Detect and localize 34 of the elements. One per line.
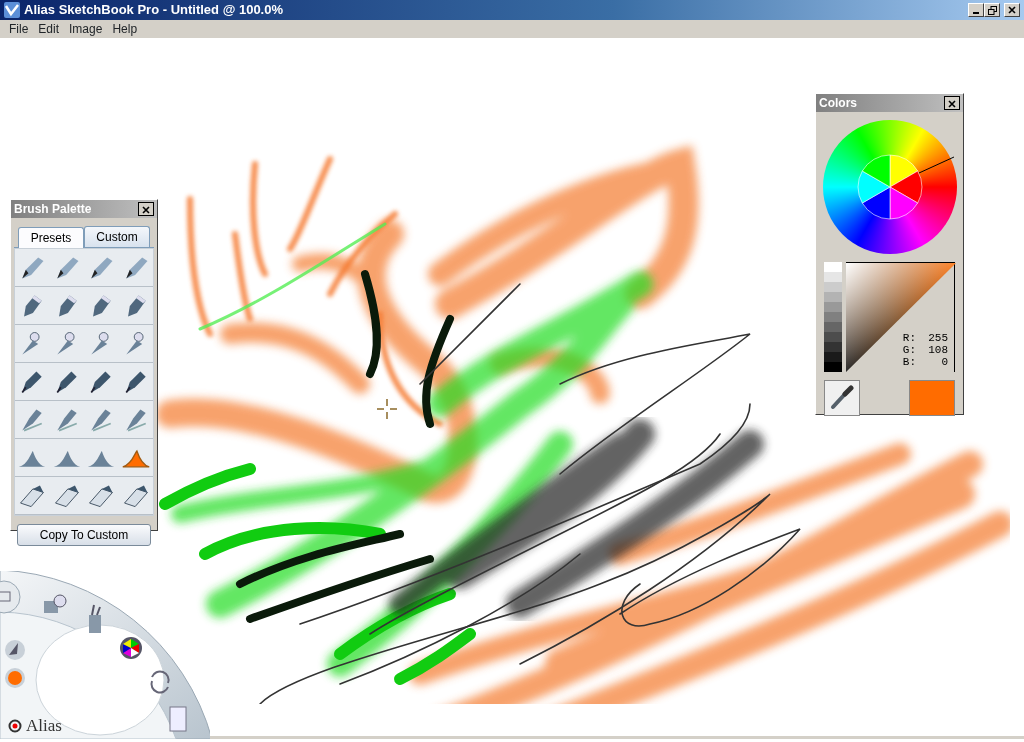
restore-icon <box>987 5 997 15</box>
menu-item[interactable]: Help <box>107 20 143 38</box>
menu-item[interactable]: File <box>4 20 34 38</box>
restore-button[interactable] <box>984 3 1000 17</box>
grayscale-strip[interactable] <box>824 262 842 372</box>
readout-label: R: <box>902 332 916 344</box>
tab[interactable]: Presets <box>18 227 84 248</box>
menu-item[interactable]: Image <box>64 20 108 38</box>
readout-value: 108 <box>927 344 948 356</box>
tab[interactable]: Custom <box>84 226 150 247</box>
close-button[interactable] <box>138 202 154 216</box>
close-icon <box>1008 6 1016 14</box>
hue-segments-drawing[interactable] <box>857 154 922 220</box>
copy-to-custom-button[interactable]: Copy To Custom <box>17 524 151 546</box>
current-color-swatch[interactable] <box>909 380 955 416</box>
eyedropper-button[interactable] <box>824 380 860 416</box>
panel-title: Brush Palette <box>14 201 92 218</box>
readout-value: 255 <box>927 332 948 344</box>
app-logo-icon <box>4 2 20 18</box>
window-title: Alias SketchBook Pro - Untitled @ 100.0% <box>24 1 284 20</box>
close-button[interactable] <box>944 96 960 110</box>
menu-item[interactable]: Edit <box>33 20 65 38</box>
close-icon <box>948 99 956 108</box>
readout-value: 0 <box>940 356 948 368</box>
shade-triangle[interactable]: R: 255 G: 108 B: 0 <box>845 262 955 372</box>
brand-logo-text: Alias <box>26 715 62 737</box>
hue-marker-line[interactable] <box>918 156 954 174</box>
readout-label: G: <box>902 344 916 356</box>
readout-label: B: <box>902 356 916 368</box>
crosshair-cursor-icon <box>376 398 398 420</box>
panel-title: Colors <box>819 95 857 112</box>
logo-mark-icon <box>8 718 22 733</box>
minimize-button[interactable] <box>968 3 984 17</box>
close-icon <box>142 205 150 214</box>
